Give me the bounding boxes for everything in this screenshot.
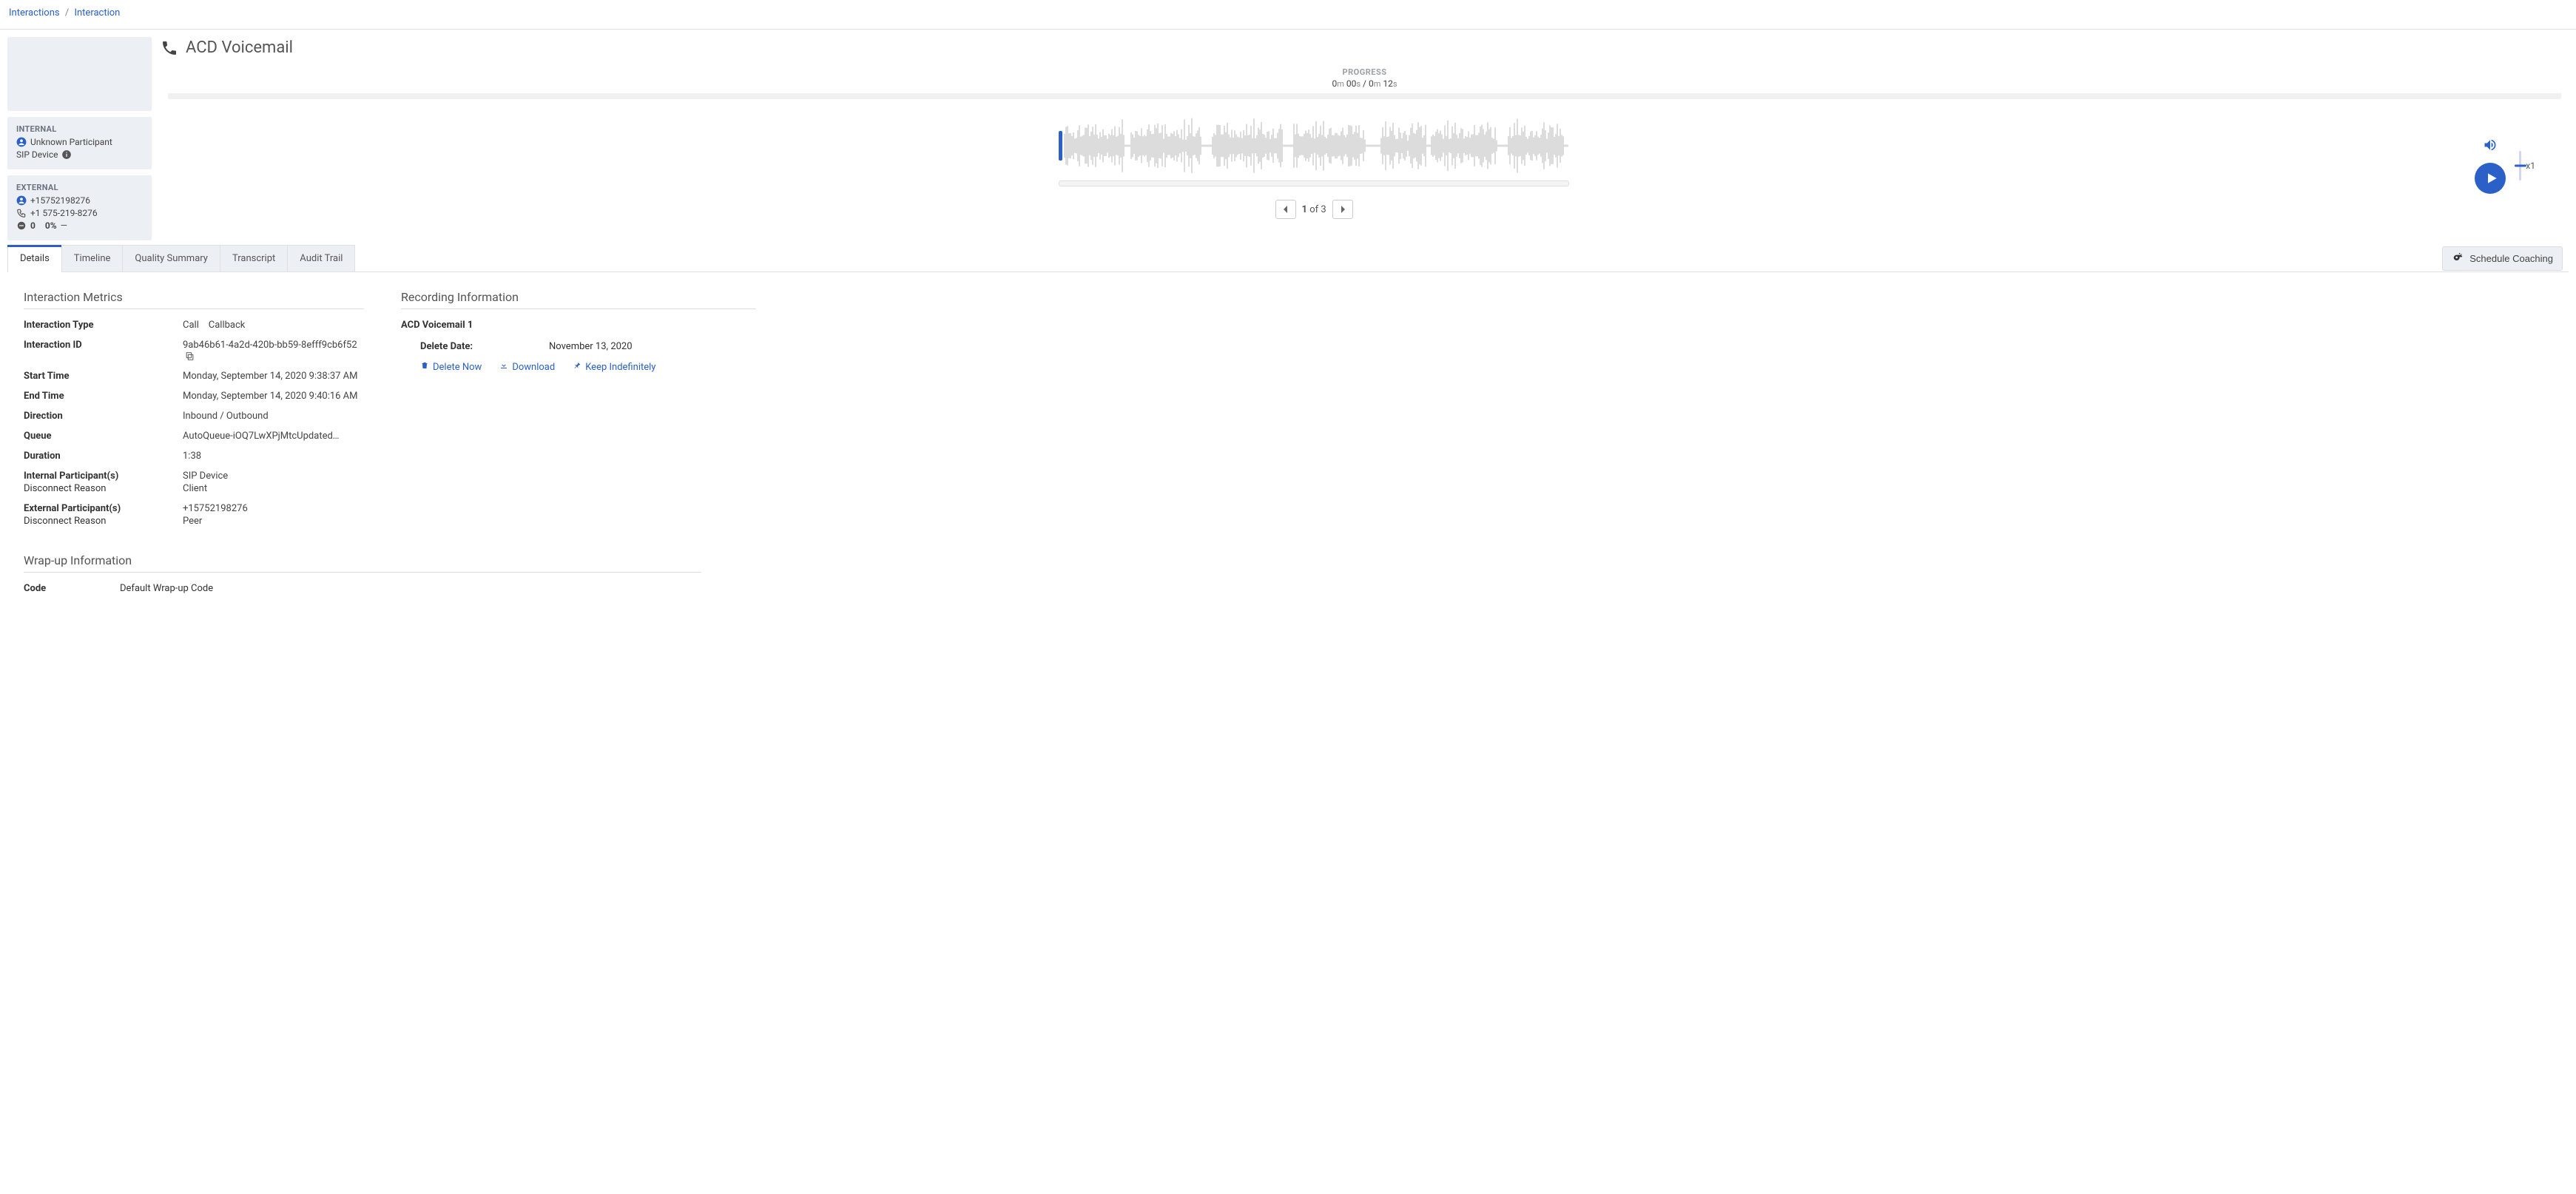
trash-icon [420, 361, 429, 373]
interaction-metrics-title: Interaction Metrics [24, 290, 364, 309]
keep-indefinitely-button[interactable]: Keep Indefinitely [573, 361, 655, 373]
participant-card-internal: INTERNAL Unknown Participant SIP Device [7, 117, 152, 169]
pin-icon [573, 361, 581, 373]
metrics-end-label: End Time [24, 391, 183, 402]
tab-quality-summary[interactable]: Quality Summary [122, 245, 220, 271]
recording-info-title: Recording Information [401, 290, 756, 309]
wrapup-code-value: Default Wrap-up Code [120, 583, 213, 594]
wrapup-title: Wrap-up Information [24, 553, 701, 573]
metrics-type-value: Call Callback [183, 320, 245, 331]
schedule-coaching-label: Schedule Coaching [2469, 253, 2553, 264]
breadcrumb-current[interactable]: Interaction [74, 7, 120, 18]
participant-card-blank [7, 37, 152, 111]
keep-label: Keep Indefinitely [585, 362, 655, 373]
metrics-internal-value: SIP Device [183, 470, 228, 482]
speed-slider[interactable] [2519, 151, 2521, 181]
recording-delete-label: Delete Date: [401, 341, 549, 352]
internal-header: INTERNAL [16, 124, 143, 134]
phone-handset-icon [16, 208, 27, 218]
person-icon [16, 137, 27, 147]
tab-transcript[interactable]: Transcript [220, 245, 288, 271]
metrics-end-value: Monday, September 14, 2020 9:40:16 AM [183, 391, 358, 402]
pager-prev-button[interactable] [1275, 200, 1296, 219]
tab-audit-trail[interactable]: Audit Trail [287, 245, 355, 271]
metrics-external-subvalue: Peer [183, 516, 248, 527]
wrapup-code-label: Code [24, 583, 120, 594]
metrics-internal-subvalue: Client [183, 483, 228, 494]
progress-tot-min: 0 [1369, 78, 1374, 89]
internal-device-text: SIP Device [16, 149, 58, 160]
schedule-coaching-button[interactable]: Schedule Coaching [2442, 246, 2563, 271]
breadcrumb-parent[interactable]: Interactions [9, 7, 60, 18]
page-title: ACD Voicemail [186, 38, 293, 57]
progress-label: PROGRESS [168, 67, 2561, 77]
unit-m: m [1337, 79, 1344, 89]
waveform[interactable] [1059, 112, 1569, 186]
delete-now-button[interactable]: Delete Now [420, 361, 482, 373]
metrics-id-label: Interaction ID [24, 340, 183, 351]
external-stat-pct: 0% [45, 220, 57, 231]
volume-icon[interactable] [2483, 138, 2498, 155]
metrics-duration-label: Duration [24, 451, 183, 462]
phone-icon [161, 39, 178, 57]
metrics-direction-value: Inbound / Outbound [183, 411, 269, 422]
external-header: EXTERNAL [16, 183, 143, 192]
metrics-direction-label: Direction [24, 411, 183, 422]
download-label: Download [512, 362, 555, 373]
pager-text: 1 of 3 [1302, 204, 1326, 215]
internal-participant-name: Unknown Participant [30, 137, 112, 147]
recording-delete-value: November 13, 2020 [549, 341, 633, 352]
metrics-start-label: Start Time [24, 371, 183, 382]
metrics-id-value: 9ab46b61-4a2d-420b-bb59-8efff9cb6f52 [183, 340, 357, 351]
page-title-row: ACD Voicemail [161, 37, 2569, 64]
progress-tot-sec: 12 [1383, 78, 1393, 89]
breadcrumb: Interactions / Interaction [0, 0, 2576, 26]
recording-name: ACD Voicemail 1 [401, 320, 756, 331]
tabs: Details Timeline Quality Summary Transcr… [7, 245, 354, 271]
metrics-type-label: Interaction Type [24, 320, 183, 331]
progress-time: 0m 00s / 0m 12s [168, 78, 2561, 89]
tab-timeline[interactable]: Timeline [61, 245, 124, 271]
speed-control[interactable]: x1 [2519, 151, 2535, 181]
metrics-internal-sublabel: Disconnect Reason [24, 483, 183, 494]
external-phone-raw: +15752198276 [30, 195, 90, 206]
tab-details[interactable]: Details [7, 245, 62, 271]
metrics-external-sublabel: Disconnect Reason [24, 516, 183, 527]
metrics-internal-label: Internal Participant(s) [24, 470, 118, 482]
external-stat-trend: — [61, 220, 67, 231]
metrics-queue-label: Queue [24, 431, 183, 442]
external-stat-count: 0 [30, 220, 36, 231]
progress-cur-sec: 00 [1346, 78, 1357, 89]
unit-s: s [1356, 79, 1361, 89]
waveform-scrollbar[interactable] [1059, 181, 1569, 186]
metrics-start-value: Monday, September 14, 2020 9:38:37 AM [183, 371, 358, 382]
metrics-external-label: External Participant(s) [24, 503, 121, 514]
whistle-icon [2452, 252, 2464, 266]
pager-total: 3 [1321, 204, 1326, 215]
speed-label: x1 [2526, 161, 2535, 171]
pagination: 1 of 3 [1275, 200, 1353, 219]
unit-m2: m [1374, 79, 1381, 89]
metrics-external-value: +15752198276 [183, 503, 248, 514]
pager-of: of [1309, 204, 1318, 215]
external-phone-fmt: +1 575-219-8276 [30, 208, 98, 218]
breadcrumb-separator: / [65, 7, 69, 18]
pager-page: 1 [1302, 204, 1307, 215]
speed-slider-knob[interactable] [2515, 165, 2526, 167]
delete-now-label: Delete Now [433, 362, 482, 373]
pager-next-button[interactable] [1332, 200, 1353, 219]
metrics-duration-value: 1:38 [183, 451, 201, 462]
progress-sep: / [1363, 78, 1369, 89]
download-icon [499, 361, 508, 373]
play-button[interactable] [2475, 163, 2506, 194]
download-button[interactable]: Download [499, 361, 555, 373]
progress-bar[interactable] [168, 93, 2561, 99]
unit-s2: s [1393, 79, 1397, 89]
metrics-queue-value: AutoQueue-iOQ7LwXPjMtcUpdated… [183, 431, 340, 442]
participant-card-external: EXTERNAL +15752198276 +1 575-219-8276 [7, 175, 152, 240]
person-icon [16, 195, 27, 206]
copy-icon[interactable] [185, 351, 195, 361]
minus-circle-icon [16, 220, 27, 231]
info-icon[interactable] [61, 149, 72, 160]
